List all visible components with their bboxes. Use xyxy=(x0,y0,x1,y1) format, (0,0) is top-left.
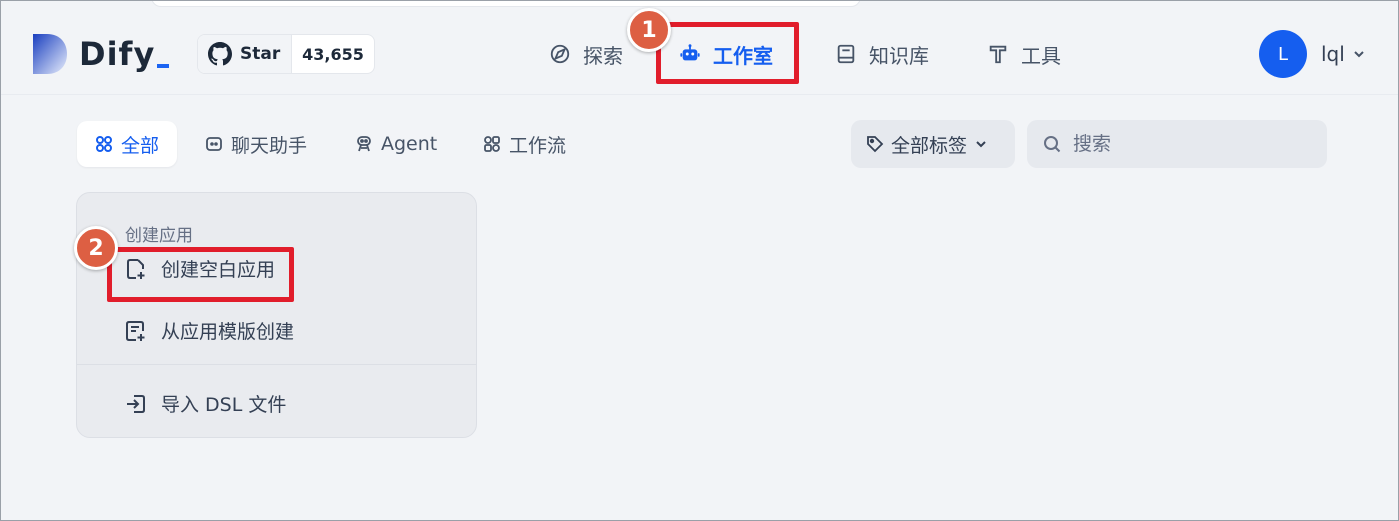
tab-all[interactable]: 全部 xyxy=(77,121,178,167)
nav-knowledge[interactable]: 知识库 xyxy=(835,31,929,77)
import-dsl-label: 导入 DSL 文件 xyxy=(161,394,287,416)
tag-filter-label: 全部标签 xyxy=(891,134,968,157)
import-icon xyxy=(127,394,145,413)
brand-underscore xyxy=(157,64,170,68)
step-badge-2: 2 xyxy=(74,226,118,270)
search-box xyxy=(1027,120,1327,168)
create-app-title: 创建应用 xyxy=(125,226,193,246)
highlight-box-blank-app xyxy=(107,247,294,302)
nav-explore[interactable]: 探索 xyxy=(549,31,623,77)
nav-explore-label: 探索 xyxy=(583,43,623,68)
tab-workflow-label: 工作流 xyxy=(509,134,567,157)
import-dsl-button[interactable]: 导入 DSL 文件 xyxy=(125,390,286,417)
grid-icon xyxy=(96,136,112,152)
tab-workflow[interactable]: 工作流 xyxy=(465,121,584,167)
book-icon xyxy=(837,44,855,64)
app-window: Dify Star 43,655 探索 工作室 知识库 工具 L lql 全部 … xyxy=(0,0,1399,521)
github-star-label-area: Star xyxy=(198,35,292,73)
nav-tools-label: 工具 xyxy=(1021,43,1061,68)
agent-icon xyxy=(357,136,371,152)
chevron-down-icon xyxy=(976,141,986,148)
user-menu[interactable]: L lql xyxy=(1259,30,1365,78)
avatar: L xyxy=(1259,30,1307,78)
hammer-icon xyxy=(989,45,1007,64)
user-name: lql xyxy=(1321,42,1345,66)
dify-logo-icon xyxy=(33,34,67,74)
tab-agent-label: Agent xyxy=(381,133,438,155)
chat-icon xyxy=(206,137,222,151)
github-star-label: Star xyxy=(240,44,281,64)
github-star-count: 43,655 xyxy=(302,44,364,64)
template-icon xyxy=(126,320,145,341)
github-star-button[interactable]: Star 43,655 xyxy=(197,34,375,74)
tab-chatbot-label: 聊天助手 xyxy=(231,134,308,157)
github-icon xyxy=(208,42,232,66)
step-badge-1: 1 xyxy=(627,8,671,52)
nav-tools[interactable]: 工具 xyxy=(987,31,1061,77)
chevron-down-icon xyxy=(1354,51,1364,58)
tag-icon xyxy=(867,136,884,153)
create-from-template-label: 从应用模版创建 xyxy=(161,321,295,343)
tab-all-label: 全部 xyxy=(121,134,160,157)
nav-knowledge-label: 知识库 xyxy=(869,43,929,68)
create-from-template-button[interactable]: 从应用模版创建 xyxy=(125,317,294,344)
create-app-card: 创建应用 创建空白应用 从应用模版创建 导入 DSL 文件 xyxy=(76,192,477,438)
search-icon xyxy=(1044,136,1061,153)
tab-agent[interactable]: Agent xyxy=(337,121,455,167)
search-input[interactable] xyxy=(1073,133,1293,155)
dify-logo[interactable]: Dify xyxy=(31,31,170,77)
compass-icon xyxy=(550,44,570,64)
tab-chatbot[interactable]: 聊天助手 xyxy=(187,121,325,167)
brand-name: Dify xyxy=(79,35,156,73)
tag-filter-dropdown[interactable]: 全部标签 xyxy=(851,120,1015,168)
highlight-box-studio xyxy=(656,22,799,84)
card-divider xyxy=(77,364,476,365)
workflow-icon xyxy=(484,136,500,152)
